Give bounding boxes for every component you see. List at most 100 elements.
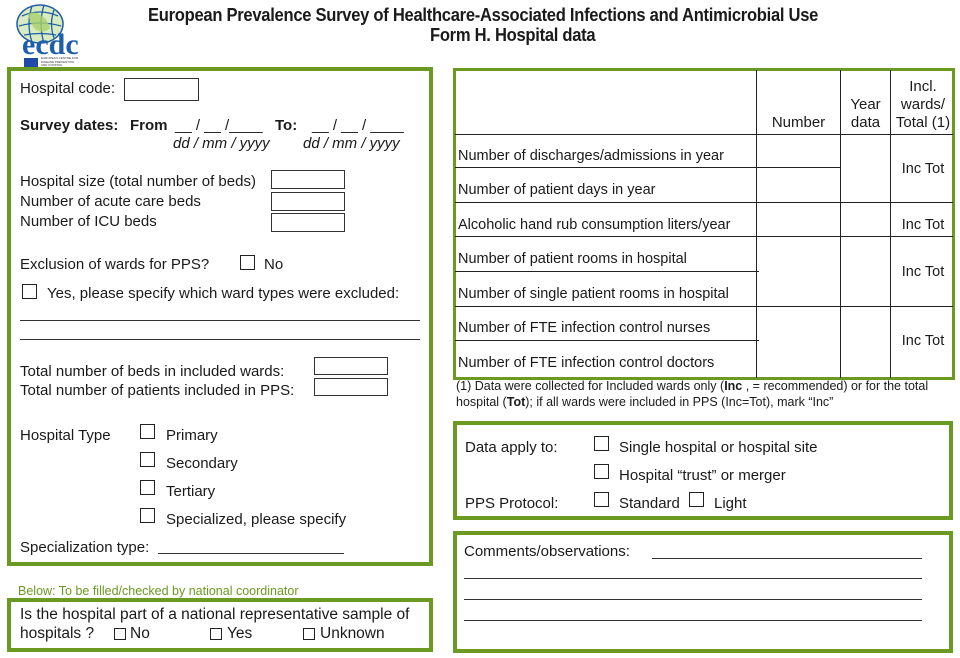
hospital-type-label: Hospital Type <box>20 427 111 444</box>
footnote-text: hospital ( <box>456 395 507 409</box>
row-divider <box>455 236 953 237</box>
exclusion-yes-checkbox[interactable] <box>22 284 37 299</box>
from-label: From <box>130 117 168 134</box>
comments-label: Comments/observations: <box>464 543 630 560</box>
hospital-code-label: Hospital code: <box>20 80 116 97</box>
inc-tot-rooms[interactable]: Inc Tot <box>891 264 955 280</box>
footnote-text: (1) Data were collected for Included war… <box>456 379 725 393</box>
secondary-checkbox[interactable] <box>140 452 155 467</box>
number-cell-single-rooms[interactable] <box>758 273 840 306</box>
to-label: To: <box>275 117 298 134</box>
exclusion-no-label: No <box>264 256 284 273</box>
tertiary-checkbox[interactable] <box>140 480 155 495</box>
row-label-patient-days: Number of patient days in year <box>458 182 656 198</box>
patients-included-input[interactable] <box>314 378 388 396</box>
from-date-field[interactable]: __ / __ /____ <box>175 117 263 135</box>
exclusion-label: Exclusion of wards for PPS? <box>20 256 210 273</box>
row-label-ic-doctors: Number of FTE infection control doctors <box>458 355 715 371</box>
national-sample-question: Is the hospital part of a national repre… <box>20 606 410 623</box>
standard-protocol-label: Standard <box>619 495 680 512</box>
primary-checkbox[interactable] <box>140 424 155 439</box>
number-cell-patient-rooms[interactable] <box>758 238 840 271</box>
row-label-single-rooms: Number of single patient rooms in hospit… <box>458 286 729 302</box>
row-divider <box>455 167 840 168</box>
number-cell-ic-doctors[interactable] <box>758 342 840 378</box>
year-cell-rooms[interactable] <box>842 238 890 306</box>
form-subtitle: Form H. Hospital data <box>430 25 596 45</box>
exclusion-yes-label: Yes, please specify which ward types wer… <box>47 285 400 302</box>
beds-included-input[interactable] <box>314 357 388 375</box>
row-label-discharges: Number of discharges/admissions in year <box>458 148 724 164</box>
national-unknown-checkbox[interactable] <box>303 628 315 640</box>
header-year: Year data <box>841 96 890 132</box>
specialized-checkbox[interactable] <box>140 508 155 523</box>
footnote-text: ); if all wards were included in PPS (In… <box>525 395 834 409</box>
secondary-label: Secondary <box>166 455 238 472</box>
page-title: European Prevalence Survey of Healthcare… <box>148 5 819 25</box>
national-unknown-label: Unknown <box>320 625 385 642</box>
year-cell-staff[interactable] <box>842 308 890 378</box>
survey-dates-label: Survey dates: <box>20 117 119 134</box>
patients-included-label: Total number of patients included in PPS… <box>20 382 295 399</box>
header-year-line-2: data <box>850 114 881 131</box>
icu-beds-label: Number of ICU beds <box>20 213 157 230</box>
tertiary-label: Tertiary <box>166 483 216 500</box>
year-cell-hand-rub[interactable] <box>842 204 890 236</box>
number-cell-hand-rub[interactable] <box>758 204 840 236</box>
number-cell-patient-days[interactable] <box>758 169 840 202</box>
number-cell-discharges[interactable] <box>758 136 840 167</box>
beds-included-label: Total number of beds in included wards: <box>20 363 285 380</box>
hospital-size-input[interactable] <box>271 170 345 189</box>
national-sample-question-2: hospitals ? <box>20 625 95 642</box>
pps-protocol-label: PPS Protocol: <box>465 495 559 512</box>
comments-line-1[interactable] <box>652 558 922 559</box>
ecdc-logo: ecdc EUROPEAN CENTRE FOR DISEASE PREVENT… <box>8 2 88 67</box>
light-protocol-checkbox[interactable] <box>689 492 704 507</box>
hospital-trust-checkbox[interactable] <box>594 464 609 479</box>
comments-line-4[interactable] <box>464 620 922 621</box>
acute-beds-input[interactable] <box>271 192 345 211</box>
national-yes-checkbox[interactable] <box>210 628 222 640</box>
single-hospital-checkbox[interactable] <box>594 436 609 451</box>
footnote-text: , = recommended) or for the total <box>742 379 929 393</box>
hospital-code-input[interactable] <box>124 78 199 101</box>
footnote-inc: Inc <box>724 379 743 393</box>
header-incl-total: Incl. wards/ Total (1) <box>891 78 955 132</box>
table-footnote-line-1: (1) Data were collected for Included war… <box>456 378 928 394</box>
comments-line-2[interactable] <box>464 578 922 579</box>
national-no-checkbox[interactable] <box>114 628 126 640</box>
eu-flag-icon <box>24 58 38 67</box>
excluded-wards-line-2[interactable] <box>20 339 420 340</box>
year-cell-admissions[interactable] <box>842 136 890 202</box>
table-footnote-line-2: hospital (Tot); if all wards were includ… <box>456 394 833 410</box>
acute-beds-label: Number of acute care beds <box>20 193 201 210</box>
icu-beds-input[interactable] <box>271 213 345 232</box>
data-apply-label: Data apply to: <box>465 439 558 456</box>
inc-tot-staff[interactable]: Inc Tot <box>891 333 955 349</box>
row-divider <box>455 306 953 307</box>
inc-tot-hand-rub[interactable]: Inc Tot <box>891 217 955 233</box>
inc-tot-admissions[interactable]: Inc Tot <box>891 161 955 177</box>
comments-line-3[interactable] <box>464 599 922 600</box>
header-number: Number <box>771 114 826 131</box>
specialization-type-label: Specialization type: <box>20 539 150 556</box>
national-yes-label: Yes <box>227 625 253 642</box>
row-divider <box>455 271 759 272</box>
from-date-format: dd / mm / yyyy <box>173 135 270 152</box>
header-incl-line-3: Total (1) <box>895 114 951 131</box>
row-label-ic-nurses: Number of FTE infection control nurses <box>458 320 711 336</box>
light-protocol-label: Light <box>714 495 747 512</box>
hospital-trust-label: Hospital “trust” or merger <box>619 467 786 484</box>
exclusion-no-checkbox[interactable] <box>240 255 255 270</box>
hospital-data-table: Number Year data Incl. wards/ Total (1) … <box>453 68 955 380</box>
to-date-field[interactable]: __ / __ / ____ <box>312 117 404 135</box>
standard-protocol-checkbox[interactable] <box>594 492 609 507</box>
row-label-patient-rooms: Number of patient rooms in hospital <box>458 251 687 267</box>
number-cell-ic-nurses[interactable] <box>758 308 840 340</box>
specialization-type-input[interactable] <box>158 553 344 554</box>
header-incl-line-2: wards/ <box>900 96 946 113</box>
header-year-line-1: Year <box>850 96 881 113</box>
excluded-wards-line-1[interactable] <box>20 320 420 321</box>
row-divider <box>455 340 759 341</box>
single-hospital-label: Single hospital or hospital site <box>619 439 818 456</box>
